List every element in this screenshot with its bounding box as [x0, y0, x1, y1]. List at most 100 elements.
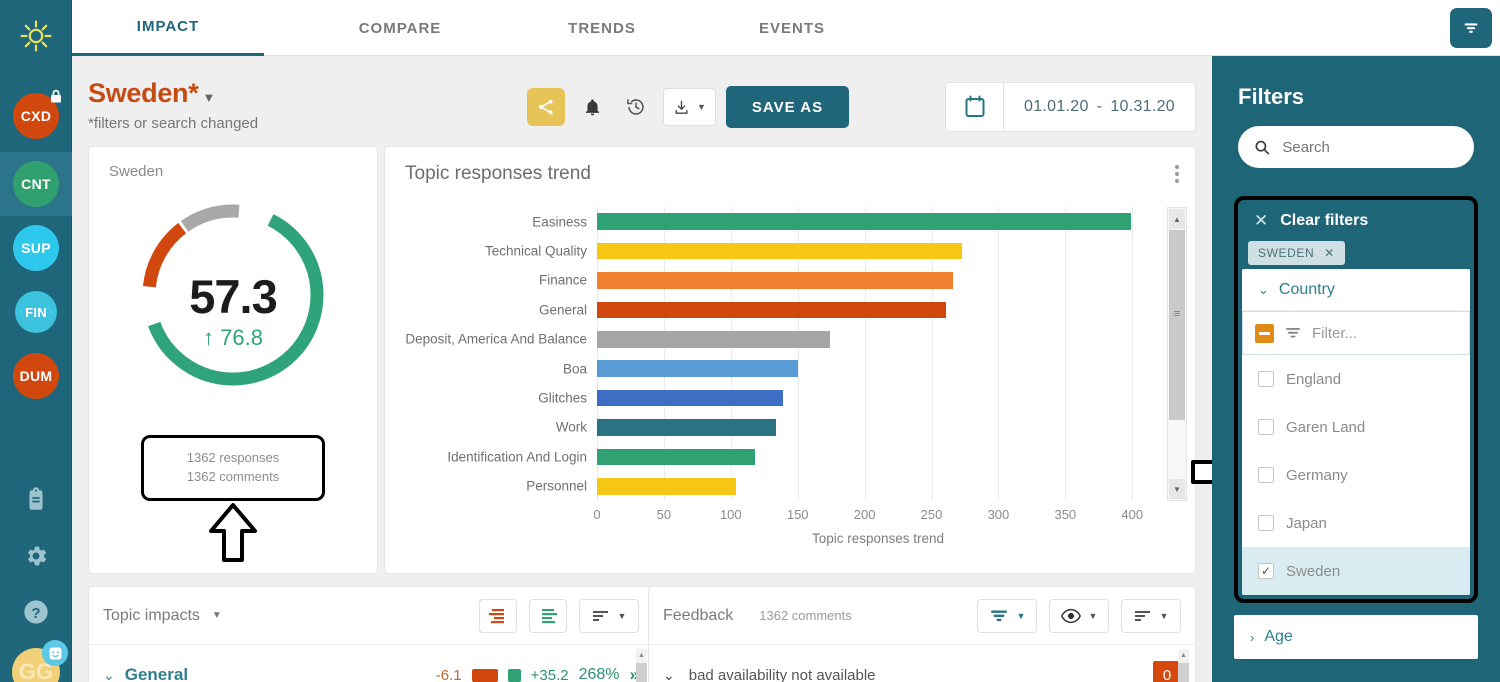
age-filter-group[interactable]: › Age [1234, 615, 1478, 659]
chevron-down-icon[interactable]: ⌄ [663, 667, 675, 682]
rail-account-dum[interactable]: DUM [0, 344, 72, 408]
y-axis-category-label: Personnel [526, 478, 587, 494]
filter-icon [990, 610, 1007, 621]
chart-bar-row: Boa [563, 360, 1159, 377]
responses-count: 1362 responses [186, 450, 280, 465]
rail-account-cxd[interactable]: CXD [0, 84, 72, 148]
minus-box-icon[interactable] [1255, 323, 1274, 343]
rail-tool-clipboard[interactable] [0, 472, 72, 528]
clear-filters-button[interactable]: ✕ Clear filters [1242, 206, 1470, 241]
delta-value: 76.8 [220, 325, 263, 350]
country-option-germany[interactable]: Germany [1242, 451, 1470, 499]
rail-account-cnt[interactable]: CNT [0, 152, 72, 216]
feedback-sort-button[interactable]: ▼ [1121, 598, 1181, 633]
x-axis-tick-label: 150 [786, 507, 809, 522]
chevron-up-icon[interactable]: ▲ [1169, 209, 1185, 229]
sort-icon [1134, 610, 1150, 621]
chart-bar[interactable] [597, 331, 830, 348]
chart-bar[interactable] [597, 478, 737, 495]
feedback-filter-button[interactable]: ▼ [977, 598, 1037, 633]
chart-bar[interactable] [597, 360, 798, 377]
chart-bar[interactable] [597, 389, 783, 407]
rail-account-sup[interactable]: SUP [0, 216, 72, 280]
scrollbar-thumb[interactable] [636, 663, 647, 682]
country-option-garen-land[interactable]: Garen Land [1242, 403, 1470, 451]
rail-tool-settings[interactable] [0, 528, 72, 584]
comments-count: 1362 comments [186, 468, 280, 484]
chevron-down-icon[interactable]: ▼ [202, 90, 215, 105]
positive-impact-value: +35.2 [530, 666, 569, 682]
rail-account-label: DUM [19, 368, 53, 384]
chart-bar[interactable] [597, 242, 963, 260]
x-axis-tick-label: 0 [593, 507, 601, 522]
country-option-sweden[interactable]: ✓ Sweden [1242, 547, 1470, 595]
search-input[interactable] [1282, 138, 1458, 156]
close-icon[interactable]: ✕ [1324, 246, 1335, 260]
x-axis-tick-label: 350 [1054, 507, 1077, 522]
feedback-text: bad availability not available [688, 666, 876, 682]
scrollbar-thumb[interactable] [1178, 663, 1189, 682]
topic-impacts-sort-button[interactable]: ▼ [579, 598, 639, 633]
trend-card-title: Topic responses trend [405, 163, 591, 184]
chevron-up-icon[interactable]: ▲ [1178, 649, 1189, 661]
checkbox[interactable] [1258, 515, 1274, 531]
scrollbar-thumb[interactable] [1169, 230, 1185, 420]
filter-chip-sweden[interactable]: SWEDEN ✕ [1248, 241, 1345, 265]
user-avatar-wrapper[interactable]: GG [12, 640, 68, 682]
chevron-up-icon[interactable]: ▲ [636, 649, 647, 661]
country-option-japan[interactable]: Japan [1242, 499, 1470, 547]
rail-account-fin[interactable]: FIN [0, 280, 72, 344]
checkbox[interactable] [1258, 371, 1274, 387]
alerts-button[interactable] [575, 90, 609, 124]
chevron-down-icon[interactable]: ▼ [1169, 479, 1185, 499]
save-as-button[interactable]: SAVE AS [725, 86, 850, 128]
checkbox-checked[interactable]: ✓ [1258, 563, 1274, 579]
feedback-visibility-button[interactable]: ▼ [1049, 598, 1109, 633]
country-filter-group-highlight: ✕ Clear filters SWEDEN ✕ ⌄ Country Filte… [1234, 196, 1478, 603]
filters-search[interactable] [1238, 126, 1474, 168]
share-button[interactable] [527, 88, 565, 126]
annotation-arrow-up-icon [209, 503, 257, 562]
y-axis-category-label: Boa [562, 361, 587, 377]
checkbox[interactable] [1258, 467, 1274, 483]
topic-responses-trend-card: Topic responses trend 0 50 100 150 200 250 300… [384, 146, 1196, 574]
chart-bar[interactable] [597, 213, 1131, 230]
rail-tool-help[interactable]: ? [0, 584, 72, 640]
tab-impact[interactable]: IMPACT [72, 0, 264, 56]
x-axis-tick-label: 100 [719, 507, 742, 522]
list-item[interactable]: ⌄ bad availability not available 0 [649, 645, 1195, 682]
chart-bar[interactable] [597, 419, 777, 436]
filters-toggle-button[interactable] [1450, 8, 1492, 48]
more-vertical-icon[interactable] [1175, 165, 1179, 183]
chart-bar[interactable] [597, 301, 947, 319]
chevron-right-icon: › [1250, 629, 1255, 645]
page-title[interactable]: Sweden* ▼ [88, 78, 258, 109]
chart-vertical-scrollbar[interactable]: ▲ ▼ [1167, 207, 1187, 501]
tab-compare[interactable]: COMPARE [312, 0, 488, 56]
country-option-england[interactable]: England [1242, 355, 1470, 403]
date-range-picker[interactable]: 01.01.20-10.31.20 [945, 82, 1197, 132]
country-filter-input-row[interactable]: Filter... [1242, 311, 1470, 355]
history-button[interactable] [619, 90, 653, 124]
tab-events[interactable]: EVENTS [712, 0, 872, 56]
topic-impacts-scrollbar[interactable]: ▲ [636, 649, 647, 682]
country-group-label: Country [1278, 280, 1335, 298]
tab-trends[interactable]: TRENDS [522, 0, 682, 56]
download-button[interactable]: ▼ [663, 88, 716, 126]
table-row[interactable]: ⌄ General -6.1 +35.2 268% » [89, 645, 653, 682]
chevron-down-icon[interactable]: ▼ [212, 610, 222, 621]
negative-list-toggle[interactable] [479, 598, 517, 633]
chart-bar-row: General [539, 301, 1159, 319]
positive-list-toggle[interactable] [529, 598, 567, 633]
chart-bar[interactable] [597, 448, 755, 466]
feedback-toolbar: Feedback 1362 comments ▼ ▼ ▼ [649, 587, 1195, 645]
chevron-down-icon: ▼ [1088, 610, 1098, 621]
feedback-scrollbar[interactable]: ▲ [1178, 649, 1189, 682]
checkbox[interactable] [1258, 419, 1274, 435]
chart-bar[interactable] [597, 272, 953, 289]
gear-icon [27, 546, 47, 566]
app-logo[interactable] [0, 8, 72, 64]
page-header: Sweden* ▼ *filters or search changed [88, 78, 258, 132]
chevron-down-icon[interactable]: ⌄ [103, 667, 115, 682]
country-group-header[interactable]: ⌄ Country [1242, 269, 1470, 311]
